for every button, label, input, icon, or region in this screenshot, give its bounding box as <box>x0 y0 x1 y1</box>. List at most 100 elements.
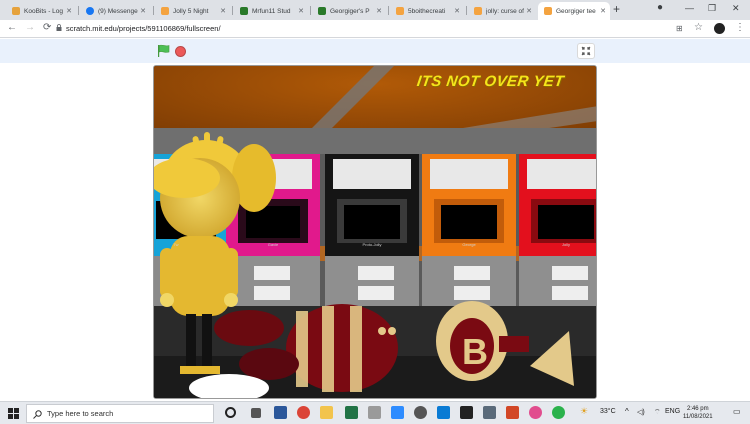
studio-favicon-icon <box>318 7 326 15</box>
tab-title: Mrfun11 Stud <box>252 7 291 15</box>
close-icon[interactable]: ✕ <box>454 7 460 15</box>
translate-icon[interactable]: ⊞ <box>676 24 683 33</box>
weather-icon[interactable]: ☀ <box>580 406 588 417</box>
machine-label: George <box>462 242 476 247</box>
profile-avatar[interactable] <box>714 23 725 34</box>
edge-dev-icon[interactable] <box>552 406 565 419</box>
close-icon[interactable]: ✕ <box>66 7 72 15</box>
tab-4[interactable]: Georgiger's P ✕ <box>312 2 386 20</box>
tab-title: Georgiger tee <box>556 7 596 15</box>
arcade-machine-black <box>325 154 419 256</box>
search-icon <box>33 410 42 419</box>
account-circle-icon[interactable]: ● <box>657 2 663 13</box>
temperature-text[interactable]: 33°C <box>600 408 616 415</box>
taskbar-search-input[interactable]: Type here to search <box>26 404 214 423</box>
app-icon[interactable] <box>460 406 473 419</box>
minimize-button[interactable]: — <box>685 3 694 13</box>
divider <box>78 6 79 15</box>
tab-title: KooBits - Log <box>24 7 64 15</box>
tab-3[interactable]: Mrfun11 Stud ✕ <box>234 2 308 20</box>
notifications-icon[interactable]: ▭ <box>733 407 741 416</box>
powerpoint-icon[interactable] <box>506 406 519 419</box>
arcade-machine-orange <box>422 154 516 256</box>
machine-label: Proto-Jolly <box>362 242 382 247</box>
task-view-icon[interactable] <box>251 408 261 418</box>
word-icon[interactable] <box>274 406 287 419</box>
search-placeholder: Type here to search <box>47 409 114 418</box>
file-explorer-icon[interactable] <box>320 406 333 419</box>
scratch-favicon-icon <box>474 7 482 15</box>
tab-7-active[interactable]: Georgiger tee ✕ <box>538 2 610 20</box>
koobits-favicon-icon <box>12 7 20 15</box>
system-clock[interactable]: 2:46 pm 11/08/2021 <box>683 405 713 421</box>
close-icon[interactable]: ✕ <box>600 7 606 15</box>
divider <box>388 6 389 15</box>
scratch-favicon-icon <box>161 7 169 15</box>
clock-time: 2:46 pm <box>686 406 709 412</box>
divider <box>466 6 467 15</box>
tab-title: Georgiger's P <box>330 7 370 15</box>
collapse-icon <box>581 46 591 56</box>
scratch-favicon-icon <box>544 7 552 15</box>
arcade-machine-red <box>519 154 596 256</box>
green-flag-icon[interactable] <box>157 44 171 58</box>
tab-title: jolly: curse of <box>486 7 524 15</box>
tab-bar: KooBits - Log ✕ (9) Messenge ✕ Jolly 5 N… <box>0 0 750 20</box>
clock-date: 11/08/2021 <box>683 414 713 420</box>
machine-label: Gavie <box>267 242 279 247</box>
camera-icon[interactable] <box>483 406 496 419</box>
exit-fullscreen-button[interactable] <box>577 43 595 59</box>
stop-button[interactable] <box>175 46 186 57</box>
address-bar: ← → ⟳ scratch.mit.edu/projects/591106869… <box>0 20 750 38</box>
machine-label: Tw <box>173 242 179 247</box>
wifi-icon[interactable]: ⌔ <box>654 408 661 417</box>
divider <box>310 6 311 15</box>
reload-icon[interactable]: ⟳ <box>43 22 51 33</box>
stage-scene: B <box>154 66 596 398</box>
restore-button[interactable]: ❐ <box>708 3 716 14</box>
facebook-favicon-icon <box>86 7 94 15</box>
project-stage[interactable]: B ITS NOT OVER YET Tw Gavie Proto-Jolly … <box>153 65 597 399</box>
close-window-button[interactable]: ✕ <box>732 3 740 14</box>
back-arrow-icon[interactable]: ← <box>7 22 17 33</box>
svg-text:B: B <box>462 331 488 372</box>
tab-2[interactable]: Jolly 5 Night ✕ <box>155 2 230 20</box>
settings-gear-icon[interactable] <box>414 406 427 419</box>
scratch-favicon-icon <box>396 7 404 15</box>
machine-label: Jolly <box>561 242 570 247</box>
tab-6[interactable]: jolly: curse of ✕ <box>468 2 536 20</box>
paint-icon[interactable] <box>368 406 381 419</box>
tab-title: 5boithecreati <box>408 7 446 15</box>
close-icon[interactable]: ✕ <box>376 7 382 15</box>
menu-dots-icon[interactable]: ⋮ <box>735 22 745 33</box>
tab-0[interactable]: KooBits - Log ✕ <box>6 2 76 20</box>
tab-1[interactable]: (9) Messenge ✕ <box>80 2 150 20</box>
edge-icon[interactable] <box>437 406 450 419</box>
windows-start-icon[interactable] <box>8 408 19 419</box>
tab-title: (9) Messenge <box>98 7 138 15</box>
cortana-icon[interactable] <box>225 407 236 418</box>
bookmark-star-icon[interactable]: ☆ <box>694 22 703 33</box>
studio-favicon-icon <box>240 7 248 15</box>
lock-icon[interactable] <box>56 24 62 31</box>
close-icon[interactable]: ✕ <box>220 7 226 15</box>
language-indicator[interactable]: ENG <box>665 408 680 415</box>
close-icon[interactable]: ✕ <box>140 7 146 15</box>
robot-torso-part <box>286 304 398 392</box>
scratch-controls-bar <box>0 39 750 63</box>
url-text[interactable]: scratch.mit.edu/projects/591106869/fulls… <box>66 24 221 33</box>
show-hidden-icons-icon[interactable]: ^ <box>625 407 629 416</box>
tab-5[interactable]: 5boithecreati ✕ <box>390 2 464 20</box>
forward-arrow-icon[interactable]: → <box>25 22 35 33</box>
volume-icon[interactable]: ◁) <box>637 408 645 416</box>
tab-title: Jolly 5 Night <box>173 7 209 15</box>
calculator-icon[interactable] <box>345 406 358 419</box>
divider <box>232 6 233 15</box>
close-icon[interactable]: ✕ <box>526 7 532 15</box>
close-icon[interactable]: ✕ <box>298 7 304 15</box>
new-tab-button[interactable]: + <box>613 2 620 16</box>
zoom-icon[interactable] <box>391 406 404 419</box>
taskbar: Type here to search ☀ 33°C ^ ◁) ⌔ ENG 2:… <box>0 401 750 424</box>
app-icon[interactable] <box>529 406 542 419</box>
chrome-icon[interactable] <box>297 406 310 419</box>
